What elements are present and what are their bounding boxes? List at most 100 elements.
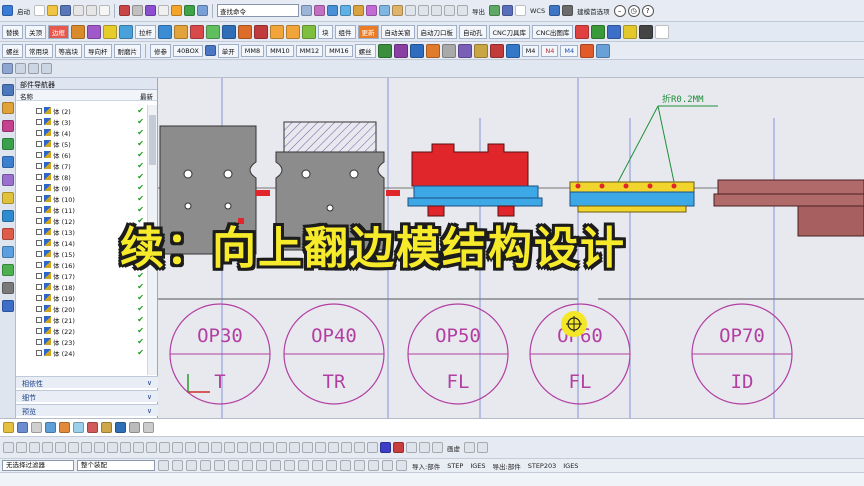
snap-edge-icon[interactable] (270, 460, 281, 471)
block-button[interactable]: 块 (318, 24, 333, 39)
list-item[interactable]: 体 (21) ✔ (16, 314, 147, 325)
mirror-tool-icon[interactable] (185, 442, 196, 453)
snap-view-icon[interactable] (3, 422, 14, 433)
insert-icon[interactable] (222, 24, 236, 39)
paste-icon[interactable] (99, 5, 110, 16)
checkbox[interactable] (36, 338, 42, 345)
blue-plate-op60[interactable] (569, 191, 695, 207)
wcs-label[interactable]: WCS (528, 7, 547, 15)
snap-icon[interactable] (28, 63, 39, 74)
dimension-tool-icon[interactable] (211, 442, 222, 453)
list-item[interactable]: 体 (5) ✔ (16, 138, 147, 149)
bolt-icon[interactable] (71, 24, 85, 39)
list-item[interactable]: 体 (7) ✔ (16, 160, 147, 171)
checkbox[interactable] (36, 272, 42, 279)
mm16-button[interactable]: MM16 (325, 44, 353, 57)
close-top-button[interactable]: 关顶 (25, 24, 46, 39)
checkbox[interactable] (36, 107, 42, 114)
layout2-icon[interactable] (477, 442, 488, 453)
color-red-icon[interactable] (575, 24, 590, 39)
import-step-button[interactable]: STEP (445, 462, 465, 470)
grid-icon[interactable] (502, 5, 513, 16)
checkbox[interactable] (36, 195, 42, 202)
checkbox[interactable] (36, 184, 42, 191)
arc-tool-icon[interactable] (55, 442, 66, 453)
equal-height-block-button[interactable]: 等高块 (54, 43, 82, 58)
undo-icon[interactable] (119, 5, 130, 16)
block-icon[interactable] (353, 5, 364, 16)
circle-tool-icon[interactable] (16, 442, 27, 453)
paint-icon[interactable] (171, 5, 182, 16)
spline-icon[interactable] (444, 5, 455, 16)
reuse-library-icon[interactable] (1, 138, 14, 150)
orient-icon[interactable] (115, 422, 126, 433)
list-item[interactable]: 体 (9) ✔ (16, 182, 147, 193)
curve-icon[interactable] (431, 5, 442, 16)
snap-end-icon[interactable] (172, 460, 183, 471)
preferences-menu[interactable]: 建模首选项 (575, 6, 612, 16)
minimize-icon[interactable]: – (613, 4, 626, 17)
form-icon[interactable] (238, 24, 252, 39)
web-icon[interactable] (1, 174, 14, 186)
checkbox[interactable] (36, 250, 42, 257)
copy-icon[interactable] (86, 5, 97, 16)
selection-filter-dropdown[interactable]: 无选择过滤器 (2, 460, 74, 471)
panel-dependencies[interactable]: 相依性 ∨ (16, 376, 158, 388)
command-search-input[interactable]: 查找命令 (217, 4, 299, 17)
box-40-button[interactable]: 40BOX (173, 44, 203, 57)
checkbox[interactable] (36, 173, 42, 180)
list-item[interactable]: 体 (2) ✔ (16, 105, 147, 116)
replace-button[interactable]: 替换 (2, 24, 23, 39)
system-icon[interactable] (1, 246, 14, 258)
filter-icon[interactable] (15, 63, 26, 74)
wear-plate-button[interactable]: 耐磨片 (113, 43, 141, 58)
assembly-navigator-icon[interactable] (1, 102, 14, 114)
export-step203-button[interactable]: STEP203 (526, 462, 559, 470)
snap-center-icon[interactable] (200, 460, 211, 471)
start-menu[interactable]: 启动 (15, 6, 32, 16)
palette-icon[interactable] (1, 192, 14, 204)
snap-pt-icon[interactable] (242, 460, 253, 471)
trim-icon[interactable] (190, 24, 204, 39)
new-file-icon[interactable] (34, 5, 45, 16)
point-icon[interactable] (41, 63, 52, 74)
extend-tool-icon[interactable] (159, 442, 170, 453)
fillet-tool-icon[interactable] (172, 442, 183, 453)
snap-grid-icon[interactable] (298, 460, 309, 471)
display-icon[interactable] (562, 5, 574, 16)
brown-upper-plate[interactable] (717, 179, 864, 195)
spring-icon[interactable] (87, 24, 101, 39)
revolve-icon[interactable] (340, 5, 351, 16)
lock-icon[interactable] (489, 43, 504, 58)
snap-tan-icon[interactable] (326, 460, 337, 471)
color-white-icon[interactable] (655, 24, 670, 39)
red-upper-plate[interactable] (411, 143, 529, 187)
list-item[interactable]: 体 (3) ✔ (16, 116, 147, 127)
plate2-icon[interactable] (596, 43, 611, 58)
snap-lock-icon[interactable] (382, 460, 393, 471)
screw-button[interactable]: 螺丝 (2, 43, 23, 58)
spline-tool-icon[interactable] (120, 442, 131, 453)
curve-tool-icon[interactable] (341, 442, 352, 453)
snap-curve-icon[interactable] (284, 460, 295, 471)
mark-icon[interactable] (580, 43, 595, 58)
layout-icon[interactable] (464, 442, 475, 453)
component-button[interactable]: 组件 (334, 24, 356, 39)
csys-icon[interactable] (549, 5, 561, 16)
die-icon[interactable] (174, 24, 188, 39)
export-menu[interactable]: 导出 (470, 6, 487, 16)
color-green-icon[interactable] (591, 24, 606, 39)
model-icon[interactable] (1, 264, 14, 276)
guide-rod-button[interactable]: 导向杆 (84, 43, 112, 58)
extract-tool-icon[interactable] (367, 442, 378, 453)
checkbox[interactable] (36, 316, 42, 323)
history-icon[interactable] (1, 156, 14, 168)
panel-details[interactable]: 细节 ∨ (16, 390, 158, 402)
checkbox[interactable] (36, 305, 42, 312)
fit-icon[interactable] (17, 422, 28, 433)
checkbox[interactable] (36, 217, 42, 224)
shape-icon[interactable] (515, 5, 526, 16)
column-latest[interactable]: 最新 (140, 91, 153, 101)
constraint-icon[interactable] (1, 120, 14, 132)
checkbox[interactable] (36, 239, 42, 246)
